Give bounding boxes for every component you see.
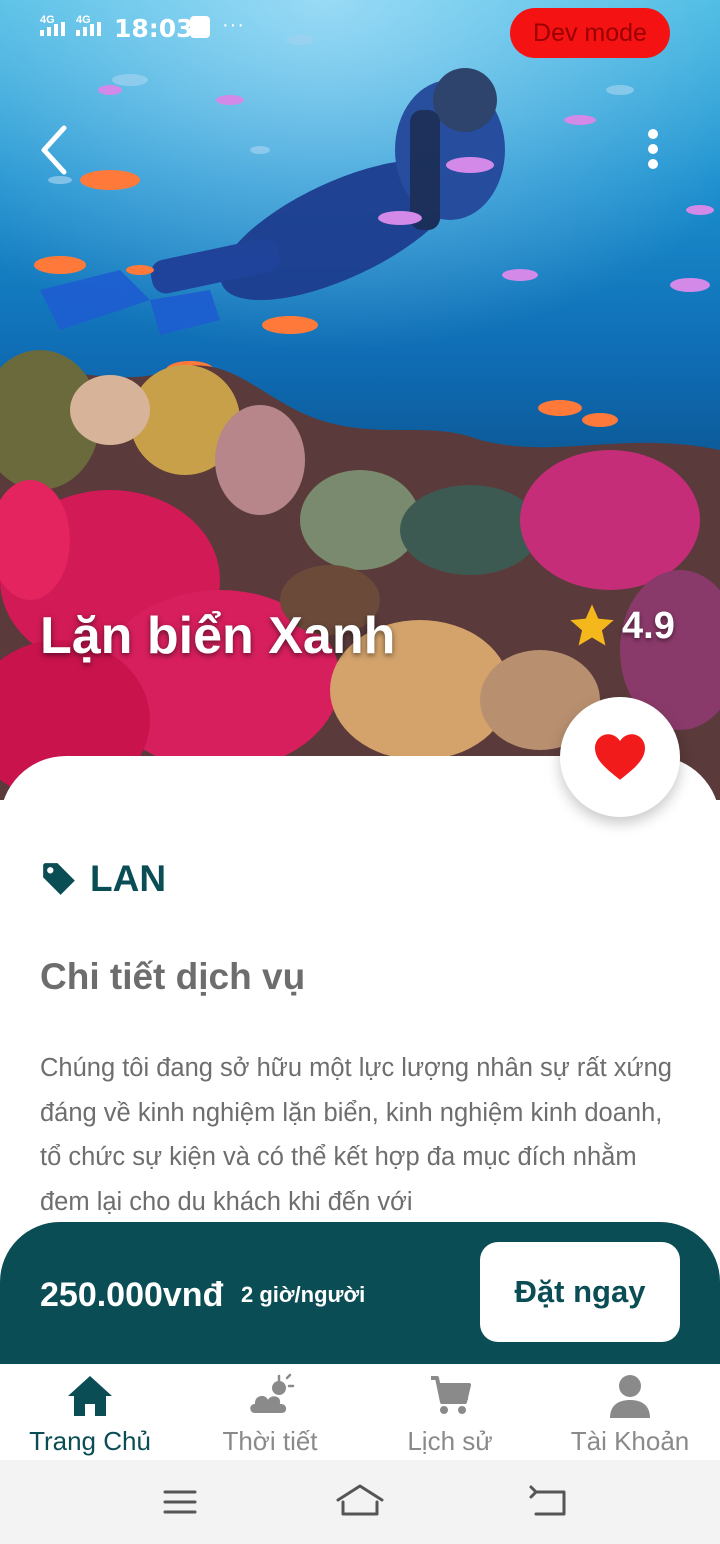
price: 250.000vnđ (40, 1276, 224, 1314)
dev-mode-badge[interactable]: Dev mode (510, 8, 670, 58)
service-title: Lặn biển Xanh (40, 607, 396, 665)
duration: 2 giờ/người (241, 1282, 366, 1307)
user-icon (610, 1375, 650, 1418)
bottom-navigation: Trang Chủ Thời tiết Lịch sử Tài Khoản (0, 1364, 720, 1460)
nav-label-weather: Thời tiết (222, 1426, 318, 1456)
section-title: Chi tiết dịch vụ (40, 956, 306, 997)
tag-icon (43, 863, 75, 895)
rating: 4.9 (566, 600, 675, 652)
nav-item-account[interactable]: Tài Khoản (540, 1364, 720, 1460)
underwater-scene-illustration (0, 0, 720, 800)
cart-icon (431, 1376, 471, 1414)
favorite-button[interactable] (560, 697, 680, 817)
rating-value: 4.9 (622, 604, 675, 647)
nav-label-account: Tài Khoản (570, 1426, 690, 1456)
home-outline-icon (336, 1484, 384, 1516)
menu-icon (163, 1490, 197, 1514)
heart-icon (595, 734, 645, 780)
status-bar: 4G 4G 18:03 ··· Dev mode (0, 0, 720, 60)
more-vertical-icon (648, 129, 658, 169)
system-back-button[interactable] (520, 1480, 580, 1524)
notification-icon (190, 16, 210, 38)
signal-strength-icon (40, 22, 65, 36)
chevron-left-icon (41, 125, 67, 175)
nav-item-history[interactable]: Lịch sử (360, 1364, 540, 1460)
nav-label-history: Lịch sử (407, 1426, 493, 1456)
back-arrow-icon (529, 1485, 566, 1516)
system-home-button[interactable] (330, 1480, 390, 1524)
system-menu-button[interactable] (150, 1480, 210, 1524)
signal-strength-icon-2 (76, 22, 101, 36)
nav-label-home: Trang Chủ (29, 1426, 151, 1456)
home-icon (68, 1376, 112, 1416)
book-now-button[interactable]: Đặt ngay (480, 1242, 680, 1342)
nav-item-weather[interactable]: Thời tiết (180, 1364, 360, 1460)
hero-image (0, 0, 720, 800)
star-icon (570, 604, 614, 646)
service-description: Chúng tôi đang sở hữu một lực lượng nhân… (40, 1054, 672, 1216)
weather-icon (248, 1373, 295, 1415)
category-tag: LAN (40, 858, 166, 900)
nav-item-home[interactable]: Trang Chủ (0, 1364, 180, 1460)
more-options-button[interactable] (636, 125, 670, 175)
system-navigation-bar (0, 1460, 720, 1544)
more-notifications-icon: ··· (222, 14, 245, 36)
back-button[interactable] (32, 118, 82, 178)
clock: 18:03 (114, 14, 194, 43)
tag-label: LAN (90, 858, 167, 899)
